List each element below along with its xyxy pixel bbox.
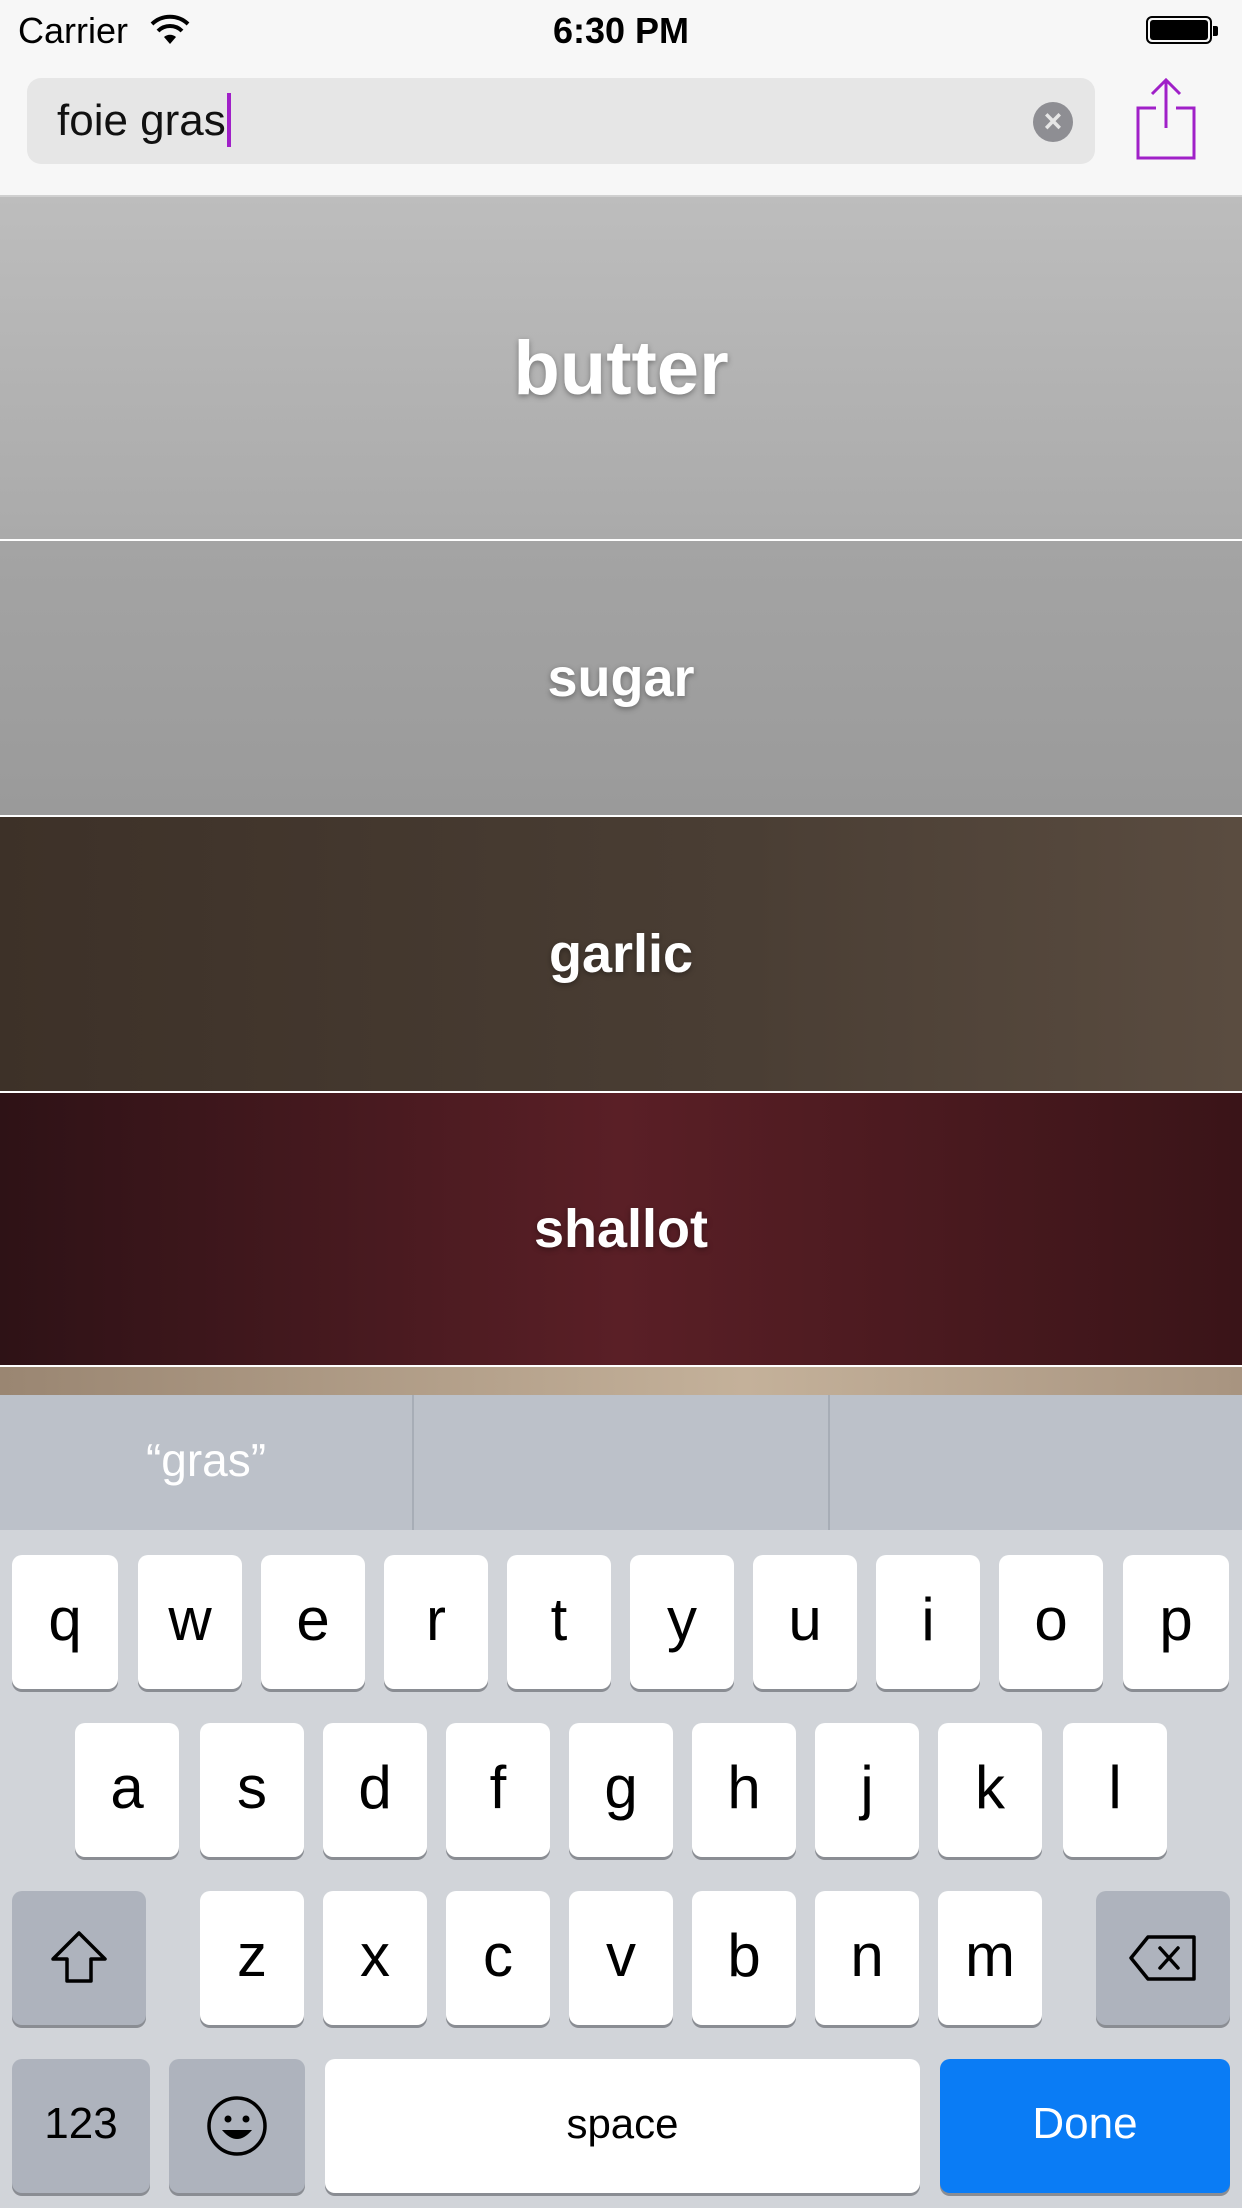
key-e[interactable]: e [261, 1555, 365, 1689]
status-time: 6:30 PM [552, 10, 690, 51]
key-x[interactable]: x [323, 1891, 427, 2025]
key-k[interactable]: k [938, 1723, 1042, 1857]
key-z[interactable]: z [200, 1891, 304, 2025]
ingredient-row-garlic[interactable]: garlic [0, 817, 1242, 1091]
text-cursor [226, 93, 231, 148]
key-s[interactable]: s [200, 1723, 304, 1857]
suggestion-bar: “gras” [0, 1395, 1242, 1530]
key-y[interactable]: y [630, 1555, 734, 1689]
suggestion-3[interactable] [830, 1395, 1242, 1530]
ingredient-label: shallot [533, 1199, 709, 1259]
battery-icon [1146, 16, 1218, 44]
key-b[interactable]: b [692, 1891, 796, 2025]
ingredient-row-butter[interactable]: butter [0, 197, 1242, 539]
space-key[interactable]: space [325, 2059, 920, 2193]
suggestion-2[interactable] [414, 1395, 826, 1530]
suggestion-1[interactable]: “gras” [0, 1395, 412, 1530]
key-q[interactable]: q [12, 1555, 118, 1689]
key-n[interactable]: n [815, 1891, 919, 2025]
key-w[interactable]: w [138, 1555, 242, 1689]
row-divider [0, 815, 1242, 817]
emoji-icon [207, 2096, 267, 2156]
ingredient-row-shallot[interactable]: shallot [0, 1093, 1242, 1365]
ingredient-row-sugar[interactable]: sugar [0, 541, 1242, 815]
key-t[interactable]: t [507, 1555, 611, 1689]
shift-icon [51, 1931, 107, 1983]
clear-icon[interactable]: × [1033, 102, 1073, 142]
ingredient-label: butter [513, 325, 729, 411]
key-m[interactable]: m [938, 1891, 1042, 2025]
ingredient-list: butter sugar garlic shallot [0, 197, 1242, 1395]
key-d[interactable]: d [323, 1723, 427, 1857]
key-r[interactable]: r [384, 1555, 488, 1689]
key-i[interactable]: i [876, 1555, 980, 1689]
key-v[interactable]: v [569, 1891, 673, 2025]
key-h[interactable]: h [692, 1723, 796, 1857]
numbers-key[interactable]: 123 [12, 2059, 150, 2193]
share-icon[interactable] [1134, 76, 1198, 162]
shift-key[interactable] [12, 1891, 146, 2025]
key-c[interactable]: c [446, 1891, 550, 2025]
key-j[interactable]: j [815, 1723, 919, 1857]
done-key[interactable]: Done [940, 2059, 1230, 2193]
delete-key[interactable] [1096, 1891, 1230, 2025]
key-f[interactable]: f [446, 1723, 550, 1857]
search-input[interactable]: foie gras × [27, 78, 1095, 164]
key-a[interactable]: a [75, 1723, 179, 1857]
row-divider [0, 1365, 1242, 1367]
key-o[interactable]: o [999, 1555, 1103, 1689]
row-divider [0, 1091, 1242, 1093]
emoji-key[interactable] [169, 2059, 305, 2193]
ingredient-label: sugar [547, 648, 695, 708]
key-p[interactable]: p [1123, 1555, 1229, 1689]
key-g[interactable]: g [569, 1723, 673, 1857]
status-bar: Carrier 6:30 PM [0, 0, 1242, 60]
search-bar: foie gras × [0, 60, 1242, 197]
ingredient-row-partial[interactable] [0, 1367, 1242, 1395]
ingredient-label: garlic [548, 924, 694, 984]
row-divider [0, 539, 1242, 541]
keyboard: “gras” q w e r t y u i o p a s d f g h j… [0, 1395, 1242, 2208]
key-l[interactable]: l [1063, 1723, 1167, 1857]
backspace-icon [1129, 1935, 1196, 1981]
search-input-value: foie gras [57, 96, 226, 145]
key-u[interactable]: u [753, 1555, 857, 1689]
